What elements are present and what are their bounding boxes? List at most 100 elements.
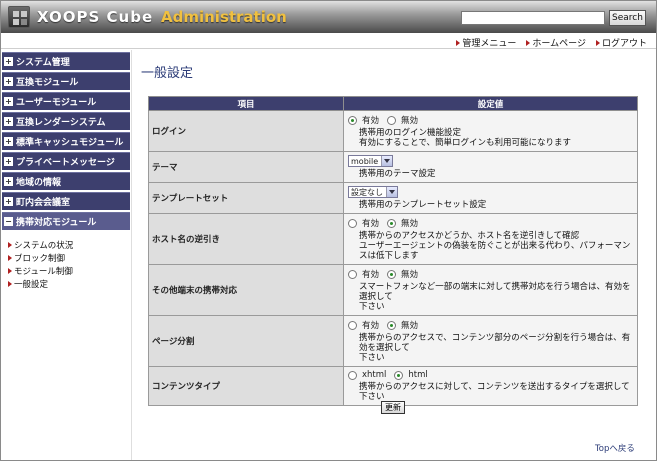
triangle-right-icon [8,254,12,261]
page-title: 一般設定 [141,66,194,81]
triangle-right-icon [595,39,600,46]
update-button[interactable]: 更新 [381,401,405,414]
ctype-xhtml-radio[interactable]: xhtml [348,370,386,380]
other-enable-radio[interactable]: 有効 [348,268,379,280]
host-enable-radio[interactable]: 有効 [348,217,379,229]
sub-item-general[interactable]: 一般設定 [8,277,130,290]
radio-label: 有効 [362,270,380,280]
sub-menu: システムの状況 ブロック制御 モジュール制御 一般設定 [2,232,130,290]
sidebar-item-label: 互換レンダーシステム [16,118,106,128]
radio-selected-icon [387,269,397,279]
expand-icon: + [4,176,13,186]
row-value-theme: mobile 携帯用のテーマ設定 [343,151,638,183]
sidebar-item-cache[interactable]: + 標準キャッシュモジュール [2,132,130,150]
row-label-template: テンプレートセット [148,182,344,214]
radio-label: 無効 [401,116,419,126]
header-bar: XOOPS Cube Administration Search [1,1,656,33]
login-enable-radio[interactable]: 有効 [348,114,379,126]
sidebar-item-user[interactable]: + ユーザーモジュール [2,92,130,110]
row-label-other-devices: その他端末の携帯対応 [148,264,344,316]
sidebar-item-label: システム管理 [16,58,70,68]
sidebar-item-mobile[interactable]: − 携帯対応モジュール [2,212,130,230]
sidebar-item-label: プライベートメッセージ [16,158,115,168]
triangle-right-icon [8,241,12,248]
sub-item-label: システムの状況 [14,240,74,251]
login-disable-radio[interactable]: 無効 [387,114,418,126]
row-description: 携帯からのアクセスに対して、コンテンツを送出するタイプを選択して下さい [359,382,630,402]
radio-icon [387,115,397,125]
row-value-template: 設定なし 携帯用のテンプレートセット設定 [343,182,638,214]
radio-selected-icon [387,218,397,228]
xoops-logo-icon [8,6,30,28]
radio-selected-icon [394,370,404,380]
row-description: スマートフォンなど一部の端末に対して携帯対応を行う場合は、有効を選択して 下さい [359,282,631,312]
radio-selected-icon [348,115,357,125]
sub-item-label: ブロック制御 [14,253,66,264]
radio-label: 無効 [401,219,419,229]
collapse-icon: − [4,216,13,226]
row-description: 携帯用のテーマ設定 [359,169,436,179]
expand-icon: + [4,56,13,66]
ctype-html-radio[interactable]: html [394,370,428,380]
row-label-content-type: コンテンツタイプ [148,366,344,406]
back-to-top-link[interactable]: Topへ戻る [595,442,635,454]
row-label-login: ログイン [148,110,344,152]
paging-disable-radio[interactable]: 無効 [387,319,418,331]
paging-enable-radio[interactable]: 有効 [348,319,379,331]
sidebar-item-legacy[interactable]: + 互換モジュール [2,72,130,90]
sidebar-item-label: 町内会会議室 [16,198,71,208]
sub-item-modules[interactable]: モジュール制御 [8,264,130,277]
radio-label: xhtml [362,370,387,380]
sidebar-item-local-info[interactable]: + 地域の情報 [2,172,130,190]
radio-icon [348,320,357,330]
radio-label: 有効 [362,219,380,229]
row-value-content-type: xhtml html 携帯からのアクセスに対して、コンテンツを送出するタイプを選… [343,366,638,406]
expand-icon: + [4,96,13,106]
triangle-right-icon [8,267,12,274]
radio-label: 無効 [401,321,419,331]
row-value-other-devices: 有効 無効 スマートフォンなど一部の端末に対して携帯対応を行う場合は、有効を選択… [343,264,638,316]
sidebar-item-label: 地域の情報 [16,178,62,188]
expand-icon: + [4,116,13,126]
expand-icon: + [4,156,13,166]
row-value-login: 有効 無効 携帯用のログイン機能設定 有効にすることで、簡単ログインも利用可能にな… [343,110,638,152]
sidebar-item-pm[interactable]: + プライベートメッセージ [2,152,130,170]
template-select[interactable]: 設定なし [348,186,398,198]
radio-selected-icon [387,320,397,330]
radio-label: 有効 [362,321,380,331]
sub-item-label: 一般設定 [14,279,49,290]
expand-icon: + [4,196,13,206]
radio-label: html [408,370,428,380]
radio-icon [348,269,357,279]
row-description: 携帯からのアクセスで、コンテンツ部分のページ分割を行う場合は、有効を選択して 下さ… [359,333,631,363]
host-disable-radio[interactable]: 無効 [387,217,418,229]
triangle-right-icon [526,39,531,46]
triangle-right-icon [8,280,12,287]
search-button[interactable]: Search [609,10,646,26]
theme-select[interactable]: mobile [348,155,394,167]
divider [131,50,132,460]
sidebar-item-label: 携帯対応モジュール [16,218,97,228]
sidebar-item-system[interactable]: + システム管理 [2,52,130,70]
logo-text[interactable]: XOOPS Cube [37,8,153,26]
row-label-paging: ページ分割 [148,315,344,367]
chevron-down-icon [386,187,397,197]
row-description: 携帯用のログイン機能設定 有効にすることで、簡単ログインも利用可能になります [359,128,571,148]
sidebar-item-forum[interactable]: + 町内会会議室 [2,192,130,210]
settings-table: 項目 設定値 ログイン 有効 無効 携帯用のログイン機能設定 有効にすることで、簡… [148,96,638,406]
sub-item-status[interactable]: システムの状況 [8,238,130,251]
column-header-value: 設定値 [343,96,638,111]
radio-label: 有効 [362,116,380,126]
other-disable-radio[interactable]: 無効 [387,268,418,280]
expand-icon: + [4,76,13,86]
search-input[interactable] [461,11,605,25]
row-description: 携帯用のテンプレートセット設定 [359,200,487,210]
radio-icon [348,370,357,380]
sidebar-item-label: ユーザーモジュール [16,98,97,108]
sidebar-item-render[interactable]: + 互換レンダーシステム [2,112,130,130]
row-label-theme: テーマ [148,151,344,183]
radio-label: 無効 [401,270,419,280]
row-value-paging: 有効 無効 携帯からのアクセスで、コンテンツ部分のページ分割を行う場合は、有効を… [343,315,638,367]
radio-icon [348,218,357,228]
sub-item-blocks[interactable]: ブロック制御 [8,251,130,264]
